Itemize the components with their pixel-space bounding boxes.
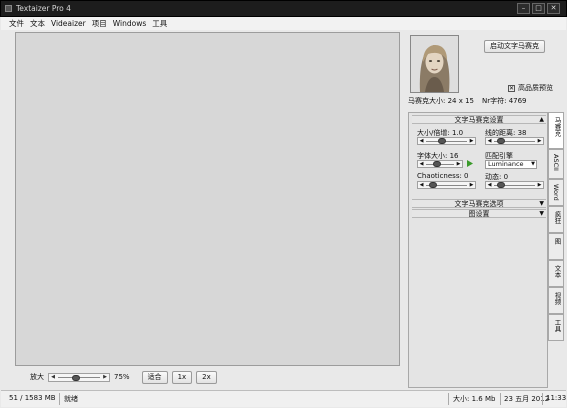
line-distance-slider-knob[interactable] <box>497 138 506 144</box>
maximize-button[interactable]: □ <box>532 3 545 14</box>
dynamic-slider-knob[interactable] <box>497 182 506 188</box>
slider-right-arrow-icon[interactable]: ▶ <box>536 138 543 144</box>
menu-windows[interactable]: Windows <box>113 19 146 28</box>
slider-left-arrow-icon[interactable]: ◀ <box>486 138 493 144</box>
zoom-1x-button[interactable]: 1x <box>171 370 193 384</box>
app-window: Textaizer Pro 4 – □ ✕ 文件 文本 Videaizer 项目… <box>0 0 567 408</box>
match-engine-value: Luminance <box>488 160 524 168</box>
menu-project[interactable]: 项目 <box>92 18 107 29</box>
section-mosaic-options-label: 文字马赛克选项 <box>454 200 504 208</box>
slider-right-arrow-icon[interactable]: ▶ <box>468 182 475 188</box>
mosaic-size-label: 马赛克大小: 24 x 15 <box>408 97 474 105</box>
window-title: Textaizer Pro 4 <box>16 4 71 13</box>
tab-text-label: 文本 <box>553 265 561 278</box>
zoom-slider-knob[interactable] <box>72 374 81 381</box>
start-text-mosaic-button[interactable]: 启动文字马赛克 <box>484 40 545 53</box>
match-engine-select[interactable]: Luminance ▼ <box>485 160 537 169</box>
slider-right-arrow-icon[interactable]: ▶ <box>536 182 543 188</box>
tab-crazy[interactable]: 疯狂 <box>548 206 564 233</box>
font-size-slider[interactable]: ◀ ▶ <box>417 160 463 168</box>
ready-status: 就绪 <box>64 395 78 403</box>
chaoticness-label: Chaoticness: 0 <box>417 172 469 180</box>
tab-tools[interactable]: 工具 <box>548 314 564 341</box>
section-image-settings[interactable]: 图设置 ▼ <box>412 209 546 218</box>
tab-mosaic[interactable]: 马赛克 <box>548 112 564 149</box>
tab-mosaic-label: 马赛克 <box>553 117 561 137</box>
font-size-slider-knob[interactable] <box>433 161 441 167</box>
hq-preview-label: 高品质预览 <box>518 84 553 92</box>
menu-text[interactable]: 文本 <box>30 18 45 29</box>
time-status: 11:33 <box>546 394 567 402</box>
tab-ascii[interactable]: ASCII <box>548 149 564 179</box>
tab-image-label: 图 <box>553 238 561 245</box>
slider-left-arrow-icon[interactable]: ◀ <box>418 138 425 144</box>
tab-word[interactable]: Word <box>548 179 564 206</box>
minimize-button[interactable]: – <box>517 3 530 14</box>
hq-preview-checkbox[interactable]: ✕ <box>508 84 515 92</box>
zoom-right-arrow-icon[interactable]: ▶ <box>101 374 109 381</box>
menu-bar: 文件 文本 Videaizer 项目 Windows 工具 <box>1 17 566 30</box>
section-image-settings-label: 图设置 <box>468 210 490 218</box>
tab-video[interactable]: 视频 <box>548 287 564 314</box>
tab-ascii-label: ASCII <box>552 154 560 171</box>
title-bar: Textaizer Pro 4 – □ ✕ <box>0 0 567 17</box>
apply-arrow-icon[interactable] <box>466 159 474 168</box>
tab-text[interactable]: 文本 <box>548 260 564 287</box>
chevron-down-icon: ▼ <box>531 161 535 167</box>
zoom-value: 75% <box>114 373 130 381</box>
zoom-controls: 放大 ◀ ▶ 75% 适合 1x 2x <box>30 370 217 384</box>
tab-tools-label: 工具 <box>553 319 561 332</box>
status-bar: 51 / 1583 MB 就绪 大小: 1.6 Mb 23 五月 2012 11… <box>1 390 566 407</box>
zoom-fit-button[interactable]: 适合 <box>141 370 168 384</box>
memory-status: 51 / 1583 MB <box>9 394 56 402</box>
zoom-slider[interactable]: ◀ ▶ <box>48 372 110 382</box>
tab-image[interactable]: 图 <box>548 233 564 260</box>
source-image-thumbnail[interactable] <box>410 35 459 93</box>
chaoticness-slider[interactable]: ◀ ▶ <box>417 181 476 189</box>
chaoticness-slider-knob[interactable] <box>429 182 438 188</box>
line-distance-slider[interactable]: ◀ ▶ <box>485 137 544 145</box>
menu-videaizer[interactable]: Videaizer <box>51 19 86 28</box>
app-icon <box>5 5 12 12</box>
collapse-up-icon: ▲ <box>539 116 544 123</box>
dynamic-slider[interactable]: ◀ ▶ <box>485 181 544 189</box>
tab-video-label: 视频 <box>553 292 561 305</box>
menu-file[interactable]: 文件 <box>9 18 24 29</box>
char-count-label: Nr字符: 4769 <box>482 97 527 105</box>
hq-preview-toggle[interactable]: ✕ 高品质预览 <box>508 83 553 93</box>
tab-crazy-label: 疯狂 <box>553 211 561 224</box>
slider-left-arrow-icon[interactable]: ◀ <box>418 161 425 167</box>
close-button[interactable]: ✕ <box>547 3 560 14</box>
settings-panel: 文字马赛克设置 ▲ 大小/倍增: 1.0 ◀ ▶ 线的距离: 38 ◀ ▶ 字体大… <box>408 112 548 388</box>
zoom-left-arrow-icon[interactable]: ◀ <box>49 374 57 381</box>
slider-right-arrow-icon[interactable]: ▶ <box>468 138 475 144</box>
side-panel: 启动文字马赛克 ✕ 高品质预览 马赛克大小: 24 x 15 Nr字符: 476… <box>404 32 566 388</box>
smooth-slider-knob[interactable] <box>437 138 446 144</box>
mosaic-canvas[interactable] <box>15 32 400 366</box>
zoom-2x-button[interactable]: 2x <box>196 370 217 384</box>
file-size-status: 大小: 1.6 Mb <box>453 395 496 403</box>
zoom-label: 放大 <box>30 373 44 381</box>
expand-down-icon: ▼ <box>539 210 544 217</box>
expand-down-icon: ▼ <box>539 200 544 207</box>
tab-word-label: Word <box>552 184 560 201</box>
section-mosaic-options[interactable]: 文字马赛克选项 ▼ <box>412 199 546 208</box>
section-mosaic-settings[interactable]: 文字马赛克设置 ▲ <box>412 115 546 124</box>
section-mosaic-settings-label: 文字马赛克设置 <box>454 116 504 124</box>
smooth-slider[interactable]: ◀ ▶ <box>417 137 476 145</box>
slider-left-arrow-icon[interactable]: ◀ <box>486 182 493 188</box>
slider-left-arrow-icon[interactable]: ◀ <box>418 182 425 188</box>
menu-tools[interactable]: 工具 <box>152 18 167 29</box>
slider-right-arrow-icon[interactable]: ▶ <box>455 161 462 167</box>
